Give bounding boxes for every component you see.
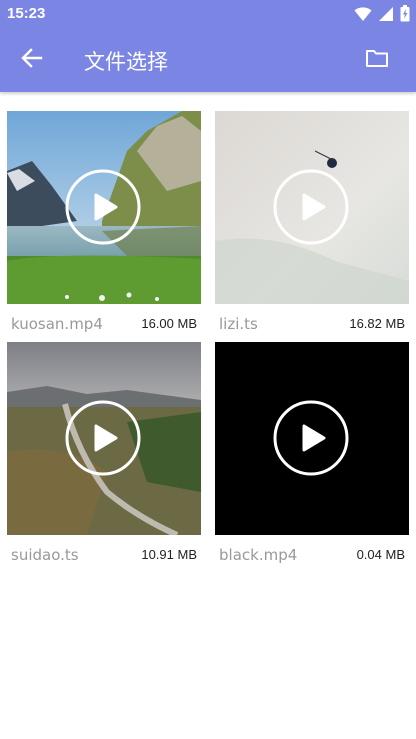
folder-button[interactable] (362, 46, 392, 74)
video-filename: black.mp4 (219, 546, 298, 564)
app-bar: 文件选择 (0, 28, 416, 92)
play-icon (65, 169, 141, 245)
signal-icon (378, 6, 394, 26)
video-item[interactable]: lizi.ts 16.82 MB (215, 111, 409, 335)
arrow-left-icon (21, 48, 43, 72)
video-filesize: 0.04 MB (356, 547, 405, 562)
battery-icon (400, 5, 410, 26)
video-filesize: 16.82 MB (349, 316, 405, 331)
back-button[interactable] (14, 46, 50, 74)
video-item[interactable]: kuosan.mp4 16.00 MB (7, 111, 201, 335)
status-time: 15:23 (7, 5, 46, 22)
status-bar: 15:23 (0, 0, 416, 28)
video-filename: suidao.ts (11, 546, 79, 564)
page-title: 文件选择 (84, 50, 168, 74)
video-item[interactable]: black.mp4 0.04 MB (215, 342, 409, 566)
video-filename: kuosan.mp4 (11, 315, 103, 333)
folder-icon (365, 48, 389, 72)
video-thumbnail (7, 342, 201, 535)
video-filename: lizi.ts (219, 315, 258, 333)
wifi-icon (354, 6, 372, 26)
video-thumbnail (215, 111, 409, 304)
play-icon (65, 400, 141, 476)
video-filesize: 16.00 MB (141, 316, 197, 331)
video-thumbnail (7, 111, 201, 304)
play-icon (273, 400, 349, 476)
play-icon (273, 169, 349, 245)
video-thumbnail (215, 342, 409, 535)
video-item[interactable]: suidao.ts 10.91 MB (7, 342, 201, 566)
video-filesize: 10.91 MB (141, 547, 197, 562)
